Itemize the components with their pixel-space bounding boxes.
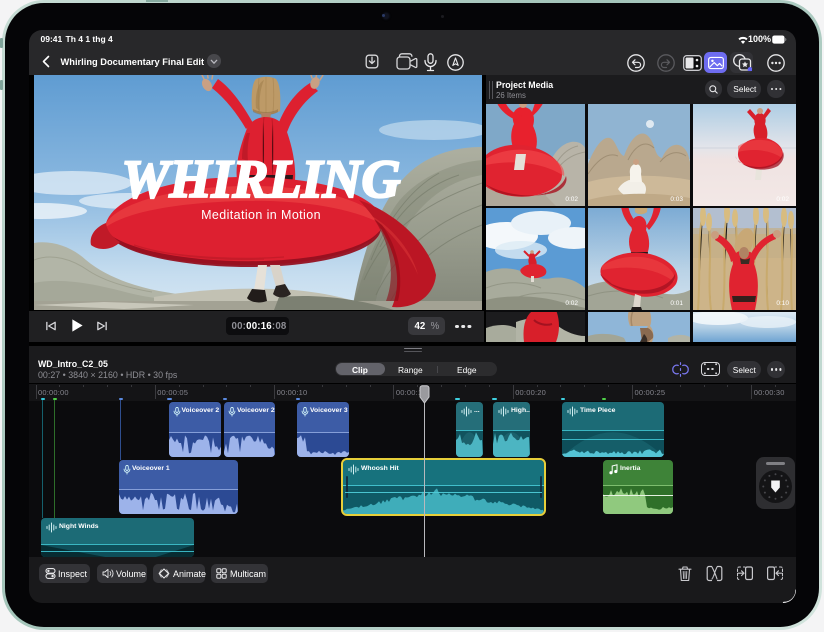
svg-text:0:03: 0:03 [670, 196, 683, 203]
svg-text:0:10: 0:10 [776, 300, 789, 307]
svg-text:WHIRLING: WHIRLING [121, 149, 400, 209]
svg-text:0:01: 0:01 [670, 300, 683, 307]
svg-text:0:02: 0:02 [565, 196, 578, 203]
svg-text:0:02: 0:02 [776, 196, 789, 203]
svg-text:Meditation in Motion: Meditation in Motion [201, 208, 321, 222]
svg-text:0:02: 0:02 [565, 300, 578, 307]
